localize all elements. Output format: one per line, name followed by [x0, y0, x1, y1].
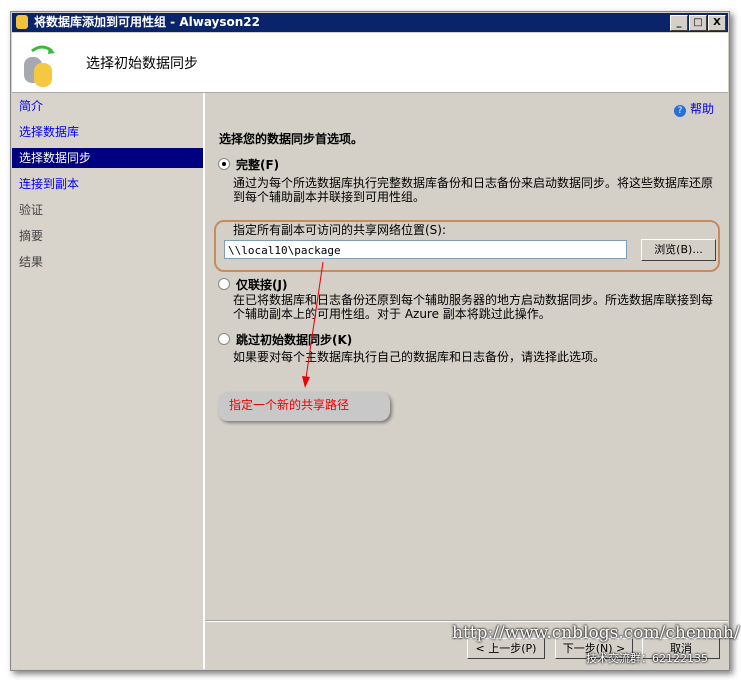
annotation-callout: 指定一个新的共享路径 — [218, 392, 390, 421]
watermark-group: 技术交流群：62122135 — [586, 652, 708, 665]
watermark-url: http://www.cnblogs.com/chenmh/ — [452, 623, 740, 643]
annotation-arrow — [302, 261, 324, 388]
